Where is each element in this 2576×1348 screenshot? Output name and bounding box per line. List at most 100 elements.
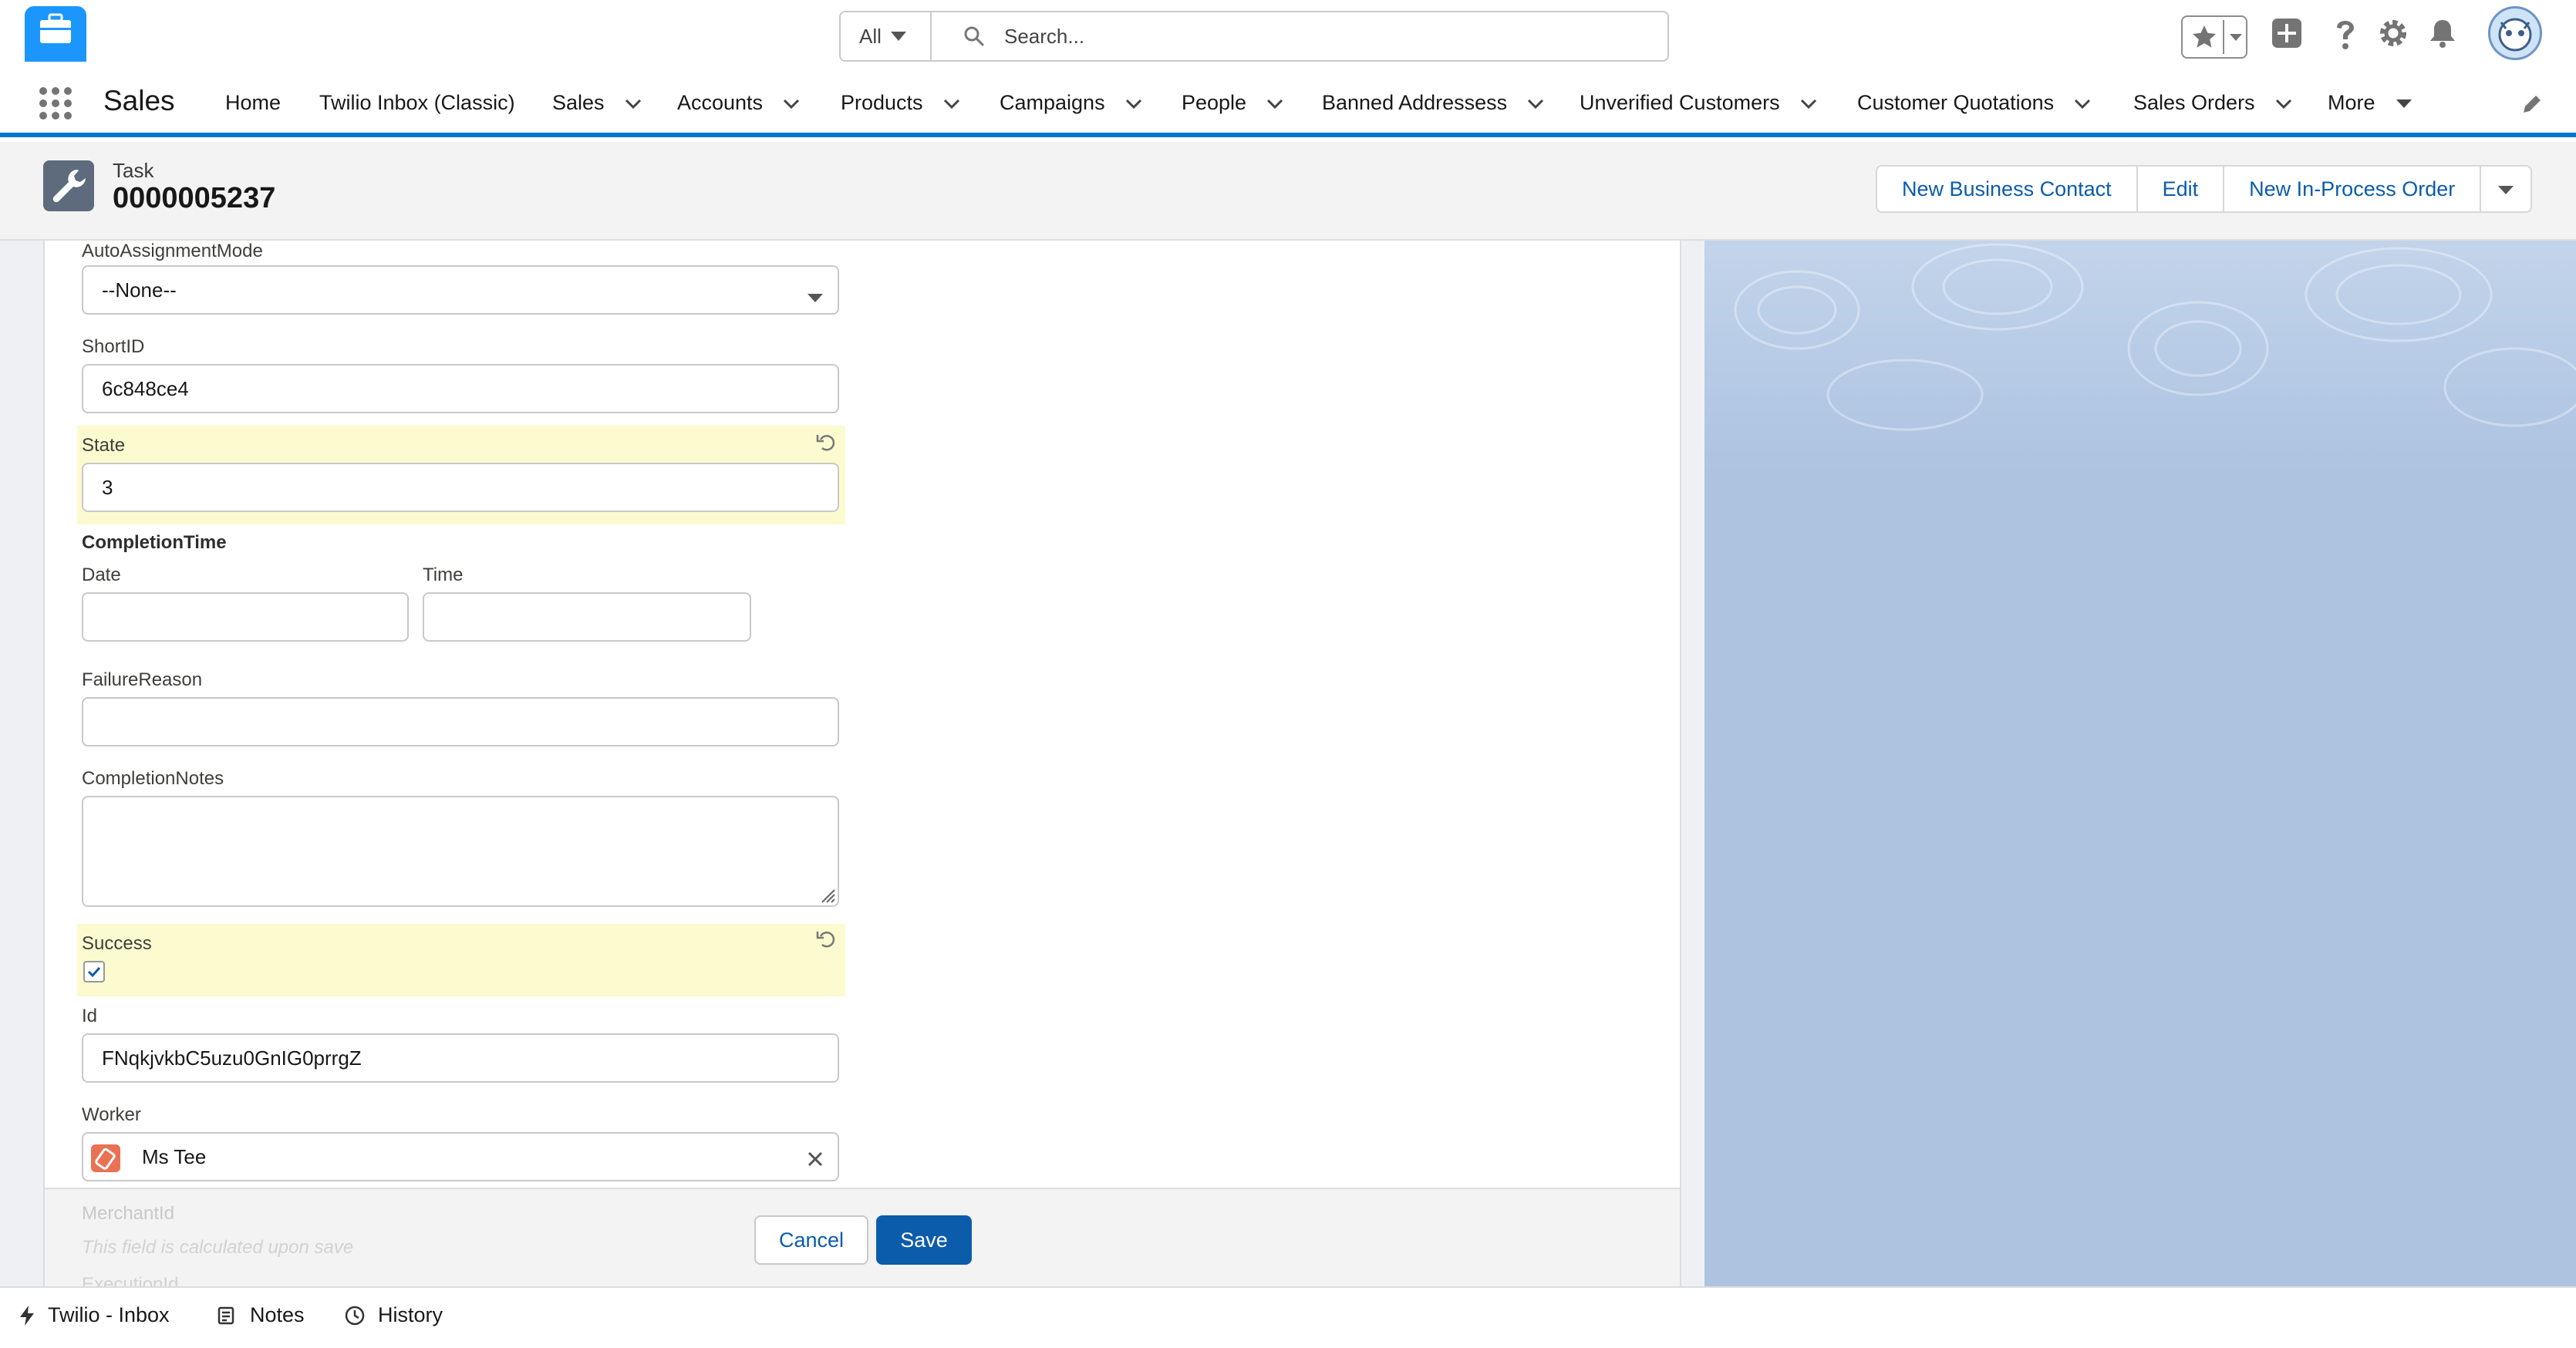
worker-lookup[interactable]: Ms Tee (82, 1132, 839, 1181)
clear-icon[interactable] (807, 1149, 824, 1173)
utility-bar: Twilio - Inbox Notes History (0, 1286, 2576, 1348)
select-value: --None-- (102, 278, 177, 302)
utility-item-label: History (378, 1303, 443, 1326)
divider (2223, 20, 2224, 54)
side-panel-background (1704, 241, 2576, 1286)
nav-item-sales-orders[interactable]: Sales Orders (2133, 91, 2292, 115)
short-id-input[interactable]: 6c848ce4 (82, 364, 839, 413)
edit-button[interactable]: Edit (2138, 167, 2225, 211)
nav-item-label: More (2328, 91, 2375, 114)
new-in-process-order-button[interactable]: New In-Process Order (2224, 167, 2482, 211)
utility-item-history[interactable]: History (344, 1303, 443, 1327)
nav-item-home[interactable]: Home (225, 91, 281, 115)
chevron-down-icon[interactable] (783, 91, 800, 115)
record-action-group: New Business Contact Edit New In-Process… (1876, 165, 2533, 213)
notes-icon (217, 1306, 234, 1324)
success-field-highlight (77, 924, 845, 996)
completion-notes-textarea[interactable] (82, 796, 839, 907)
nav-item-products[interactable]: Products (841, 91, 960, 115)
caret-down-icon[interactable] (2396, 91, 2412, 115)
chevron-down-icon[interactable] (625, 91, 642, 115)
record-header: Task 0000005237 New Business Contact Edi… (0, 142, 2576, 241)
briefcase-logo-icon[interactable] (25, 6, 86, 62)
resize-handle-icon[interactable] (818, 885, 836, 908)
completion-time-label: CompletionTime (82, 532, 227, 553)
search-icon (963, 25, 986, 52)
notifications-bell-icon[interactable] (2426, 17, 2459, 53)
star-icon (2190, 23, 2218, 55)
nav-item-banned-addressess[interactable]: Banned Addressess (1322, 91, 1544, 115)
nav-item-label: Twilio Inbox (Classic) (319, 91, 515, 114)
merchant-id-note: This field is calculated upon save (82, 1237, 354, 1258)
success-label: Success (82, 933, 152, 954)
success-checkbox[interactable] (83, 961, 105, 982)
nav-item-label: Customer Quotations (1857, 91, 2055, 114)
utility-item-twilio-inbox[interactable]: Twilio - Inbox (19, 1303, 170, 1327)
chevron-down-icon[interactable] (1527, 91, 1544, 115)
more-actions-dropdown[interactable] (2481, 167, 2530, 211)
search-scope-select[interactable]: All (841, 12, 932, 60)
caret-down-icon (807, 285, 824, 309)
search-input[interactable] (1003, 17, 1650, 56)
completion-date-input[interactable] (82, 592, 409, 642)
time-label: Time (423, 564, 464, 585)
chevron-down-icon[interactable] (1266, 91, 1283, 115)
auto-assignment-mode-label: AutoAssignmentMode (82, 241, 263, 261)
chevron-down-icon[interactable] (2229, 32, 2243, 46)
nav-item-label: Banned Addressess (1322, 91, 1508, 114)
edit-nav-pencil-icon[interactable] (2520, 93, 2544, 120)
record-type-label: Task (113, 159, 154, 182)
nav-item-people[interactable]: People (1182, 91, 1283, 115)
chevron-down-icon[interactable] (2074, 91, 2091, 115)
checkmark-icon (87, 966, 101, 978)
worker-value: Ms Tee (142, 1144, 207, 1168)
chevron-down-icon[interactable] (1125, 91, 1142, 115)
state-input[interactable]: 3 (82, 463, 839, 512)
nav-item-label: Campaigns (1000, 91, 1105, 114)
cancel-button[interactable]: Cancel (754, 1215, 868, 1265)
record-title: 0000005237 (113, 182, 276, 214)
nav-item-accounts[interactable]: Accounts (677, 91, 800, 115)
utility-item-label: Notes (250, 1303, 305, 1326)
nav-item-label: Products (841, 91, 923, 114)
undo-icon[interactable] (816, 928, 836, 952)
chevron-down-icon[interactable] (943, 91, 960, 115)
nav-item-campaigns[interactable]: Campaigns (1000, 91, 1142, 115)
nav-item-customer-quotations[interactable]: Customer Quotations (1857, 91, 2091, 115)
global-header: All (0, 0, 2576, 74)
caret-down-icon (2497, 177, 2514, 201)
help-icon[interactable] (2332, 19, 2359, 55)
user-avatar[interactable] (2488, 6, 2542, 60)
nav-item-label: Accounts (677, 91, 764, 114)
merchant-id-label: MerchantId (82, 1203, 175, 1224)
failure-reason-input[interactable] (82, 697, 839, 746)
add-icon[interactable] (2271, 17, 2303, 53)
clock-icon (345, 1306, 365, 1325)
id-input[interactable]: FNqkjvkbC5uzu0GnIG0prrgZ (82, 1033, 839, 1083)
chevron-down-icon[interactable] (2275, 91, 2292, 115)
save-button[interactable]: Save (876, 1215, 972, 1265)
nav-item-twilio-inbox[interactable]: Twilio Inbox (Classic) (319, 91, 515, 115)
nav-item-sales[interactable]: Sales (552, 91, 642, 115)
worker-record-icon (91, 1144, 120, 1172)
short-id-label: ShortID (82, 336, 145, 357)
auto-assignment-mode-select[interactable]: --None-- (82, 265, 839, 315)
completion-notes-label: CompletionNotes (82, 768, 224, 789)
favorites-button[interactable] (2181, 15, 2247, 59)
app-nav-bar: Sales Home Twilio Inbox (Classic) Sales … (0, 74, 2576, 137)
gear-icon[interactable] (2377, 17, 2409, 53)
undo-icon[interactable] (816, 432, 836, 456)
nav-item-label: Sales Orders (2133, 91, 2255, 114)
completion-time-input[interactable] (423, 592, 751, 642)
new-business-contact-button[interactable]: New Business Contact (1877, 167, 2138, 211)
nav-item-more[interactable]: More (2328, 91, 2412, 115)
id-label: Id (82, 1006, 98, 1026)
search-scope-label: All (859, 24, 882, 48)
app-launcher-grid-icon[interactable] (39, 86, 72, 124)
wrench-icon (43, 160, 94, 211)
utility-item-notes[interactable]: Notes (216, 1303, 305, 1327)
nav-item-unverified-customers[interactable]: Unverified Customers (1580, 91, 1817, 115)
chevron-down-icon[interactable] (1800, 91, 1817, 115)
topo-pattern (1734, 243, 2576, 431)
lightning-icon (20, 1305, 34, 1326)
